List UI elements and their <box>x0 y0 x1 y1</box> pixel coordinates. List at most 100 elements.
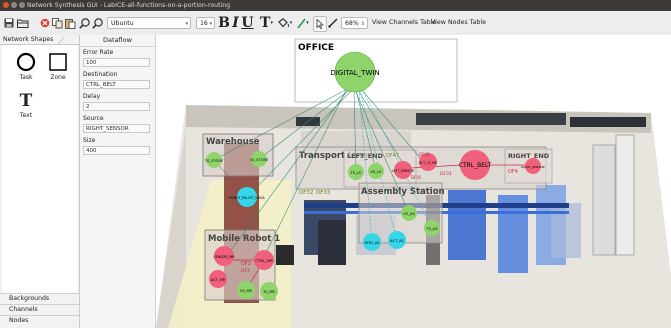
mobile-robot-body <box>276 245 294 265</box>
text-color-label: T <box>260 15 271 31</box>
warehouse-zone-label: Warehouse <box>206 137 260 147</box>
accordion-backgrounds[interactable]: Backgrounds <box>0 293 79 304</box>
chevron-down-icon: ▾ <box>209 21 212 27</box>
size-field[interactable]: 400 <box>83 146 150 155</box>
df45-label: DF45 <box>411 175 422 180</box>
folder-icon <box>16 19 28 28</box>
task-shape-label: Task <box>19 74 33 81</box>
df47-label: DF47 <box>386 153 399 159</box>
sensor-mr-label: SENSOR_MR <box>214 255 236 259</box>
df46-label: DF46 <box>419 152 430 157</box>
underline-label: U <box>241 15 254 31</box>
properties-panel: Dataflow Error Rate 100 Destination CTRL… <box>80 35 156 328</box>
delay-label: Delay <box>83 93 101 100</box>
size-label: Size <box>83 137 96 144</box>
bold-label: B <box>218 15 230 31</box>
zoom-in-icon <box>78 17 90 29</box>
delay-field[interactable]: 2 <box>83 102 150 111</box>
copy-button[interactable] <box>51 15 63 31</box>
right-sensor-label: RIGHT_SENSOR <box>521 165 544 169</box>
assembly-zone-label: Assembly Station <box>361 187 445 197</box>
right-cabinet <box>615 134 635 256</box>
zoom-out-icon <box>91 17 103 29</box>
error-rate-field[interactable]: 100 <box>83 58 150 67</box>
assembly-machine <box>318 220 346 265</box>
select-tool-button[interactable] <box>313 16 327 32</box>
view-channels-table-button[interactable]: View Channels Table <box>372 16 436 30</box>
copy-icon <box>51 17 62 28</box>
df33-label: DF33 <box>316 190 331 196</box>
diagram-canvas[interactable]: OFFICE Warehouse Transport Line LEFT_END… <box>156 35 671 328</box>
robot-pallet-label: ROBOT_PALLET_MAGA <box>229 196 265 200</box>
chevron-down-icon: ▾ <box>289 20 293 26</box>
vs-as-label: VS_AS <box>403 211 416 216</box>
zone-shape[interactable]: Zone <box>43 52 73 81</box>
chevron-down-icon: ▾ <box>306 20 309 26</box>
view-nodes-table-button[interactable]: View Nodes Table <box>431 16 486 30</box>
vs-mr-label: VS_MR <box>240 289 253 293</box>
toolbar: Ubuntu ▾ 16 ▾ B I U T ▾ ▾ ▾ 68% ⇕ View Ch… <box>0 11 671 36</box>
maximize-window-icon[interactable] <box>19 2 25 8</box>
title-bar: Network Synthesis GUI - LabICE-all-funct… <box>0 0 671 11</box>
paste-button[interactable] <box>64 15 76 31</box>
left-sensor-label: LEFT_SENSOR <box>392 169 415 173</box>
line-color-button[interactable]: ▾ <box>296 15 310 31</box>
pen-icon <box>297 18 306 28</box>
df4-label: DF4 <box>508 169 518 175</box>
act-le-label: ACT_LE_ME <box>419 161 437 165</box>
bold-button[interactable]: B <box>218 15 230 31</box>
df3-label: DF3 <box>241 268 250 274</box>
ctrl-belt-label: CTRL_BELT <box>459 162 492 169</box>
text-glyph-icon: T <box>19 91 33 111</box>
left-end-zone-label: LEFT_END <box>347 152 384 160</box>
act-as-label: ACT_AS <box>390 239 404 243</box>
close-window-icon[interactable] <box>3 2 9 8</box>
font-family-select[interactable]: Ubuntu ▾ <box>107 17 191 29</box>
square-icon <box>49 53 67 71</box>
minimize-window-icon[interactable] <box>11 2 17 8</box>
save-button[interactable] <box>3 15 15 31</box>
task-shape[interactable]: Task <box>11 52 41 81</box>
delete-button[interactable] <box>39 15 50 31</box>
window-title: Network Synthesis GUI - LabICE-all-funct… <box>27 2 231 9</box>
df31-label: DF31 <box>440 171 452 177</box>
connect-tool-button[interactable] <box>327 15 339 31</box>
text-shape[interactable]: T Text <box>11 90 41 119</box>
zoom-out-button[interactable] <box>91 15 103 31</box>
connector-icon <box>328 18 338 28</box>
network-diagram: OFFICE Warehouse Transport Line LEFT_END… <box>156 38 671 328</box>
ts-le-label: TS_LE <box>349 170 362 175</box>
df2-label: DF2 <box>241 261 251 267</box>
fill-color-button[interactable]: ▾ <box>277 15 293 31</box>
font-size-select[interactable]: 16 ▾ <box>196 17 215 29</box>
italic-button[interactable]: I <box>230 15 241 31</box>
office-zone-label: OFFICE <box>298 43 334 53</box>
underline-button[interactable]: U <box>241 15 254 31</box>
source-field[interactable]: RIGHT_SENSOR <box>83 124 150 133</box>
pointer-icon <box>316 19 324 29</box>
right-end-zone-label: RIGHT_END <box>508 152 550 160</box>
font-family-value: Ubuntu <box>111 20 134 27</box>
source-label: Source <box>83 115 104 122</box>
shapes-panel: Network Shapes Task Zone T Text Backgrou… <box>0 35 80 328</box>
chevron-down-icon: ▾ <box>270 20 273 26</box>
zoom-input[interactable]: 68% ⇕ <box>341 17 368 29</box>
accordion-nodes[interactable]: Nodes <box>0 315 79 326</box>
text-color-button[interactable]: T ▾ <box>259 15 274 31</box>
destination-field[interactable]: CTRL_BELT <box>83 80 150 89</box>
open-button[interactable] <box>16 15 29 31</box>
accordion-channels[interactable]: Channels <box>0 304 79 315</box>
error-rate-label: Error Rate <box>83 49 114 56</box>
wall-panel <box>416 113 566 125</box>
zone-shape-label: Zone <box>50 74 66 81</box>
chevron-down-icon: ▾ <box>185 21 188 27</box>
delete-icon <box>40 18 49 28</box>
zoom-value: 68% <box>345 20 359 27</box>
circle-icon <box>16 52 36 72</box>
zoom-in-button[interactable] <box>78 15 90 31</box>
digital-twin-label: DIGITAL_TWIN <box>330 69 379 77</box>
paste-icon <box>64 18 75 29</box>
font-size-value: 16 <box>200 20 208 27</box>
rfid-as-label: RFID_AS <box>365 241 381 245</box>
italic-label: I <box>232 15 239 31</box>
